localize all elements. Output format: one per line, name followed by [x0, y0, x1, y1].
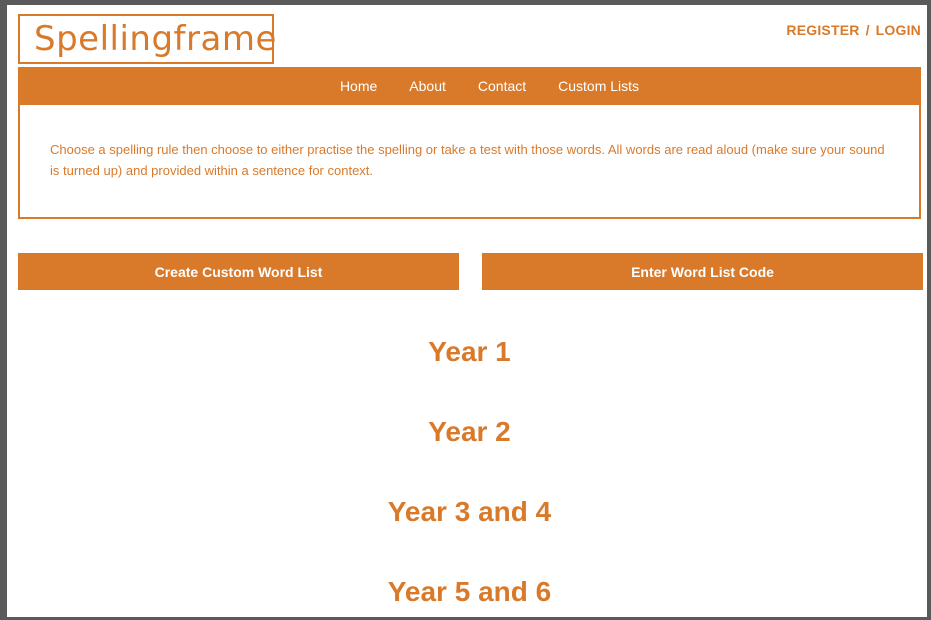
create-custom-word-list-button[interactable]: Create Custom Word List: [18, 253, 459, 290]
site-logo[interactable]: Spellingframe: [18, 14, 276, 64]
main-nav: Home About Contact Custom Lists: [18, 67, 921, 105]
nav-contact[interactable]: Contact: [478, 78, 526, 94]
login-link[interactable]: LOGIN: [876, 22, 921, 38]
nav-home[interactable]: Home: [340, 78, 377, 94]
window-frame-right: [927, 0, 931, 620]
auth-links: REGISTER / LOGIN: [786, 22, 921, 38]
enter-word-list-code-button[interactable]: Enter Word List Code: [482, 253, 923, 290]
year-3-and-4-link[interactable]: Year 3 and 4: [18, 496, 921, 528]
intro-panel: Choose a spelling rule then choose to ei…: [18, 105, 921, 219]
window-frame-left: [0, 0, 7, 620]
nav-custom-lists[interactable]: Custom Lists: [558, 78, 639, 94]
year-2-link[interactable]: Year 2: [18, 416, 921, 448]
intro-text: Choose a spelling rule then choose to ei…: [50, 142, 885, 178]
nav-about[interactable]: About: [409, 78, 446, 94]
auth-separator: /: [865, 22, 870, 38]
window-frame-top: [0, 0, 931, 5]
year-5-and-6-link[interactable]: Year 5 and 6: [18, 576, 921, 608]
register-link[interactable]: REGISTER: [786, 22, 859, 38]
year-1-link[interactable]: Year 1: [18, 336, 921, 368]
